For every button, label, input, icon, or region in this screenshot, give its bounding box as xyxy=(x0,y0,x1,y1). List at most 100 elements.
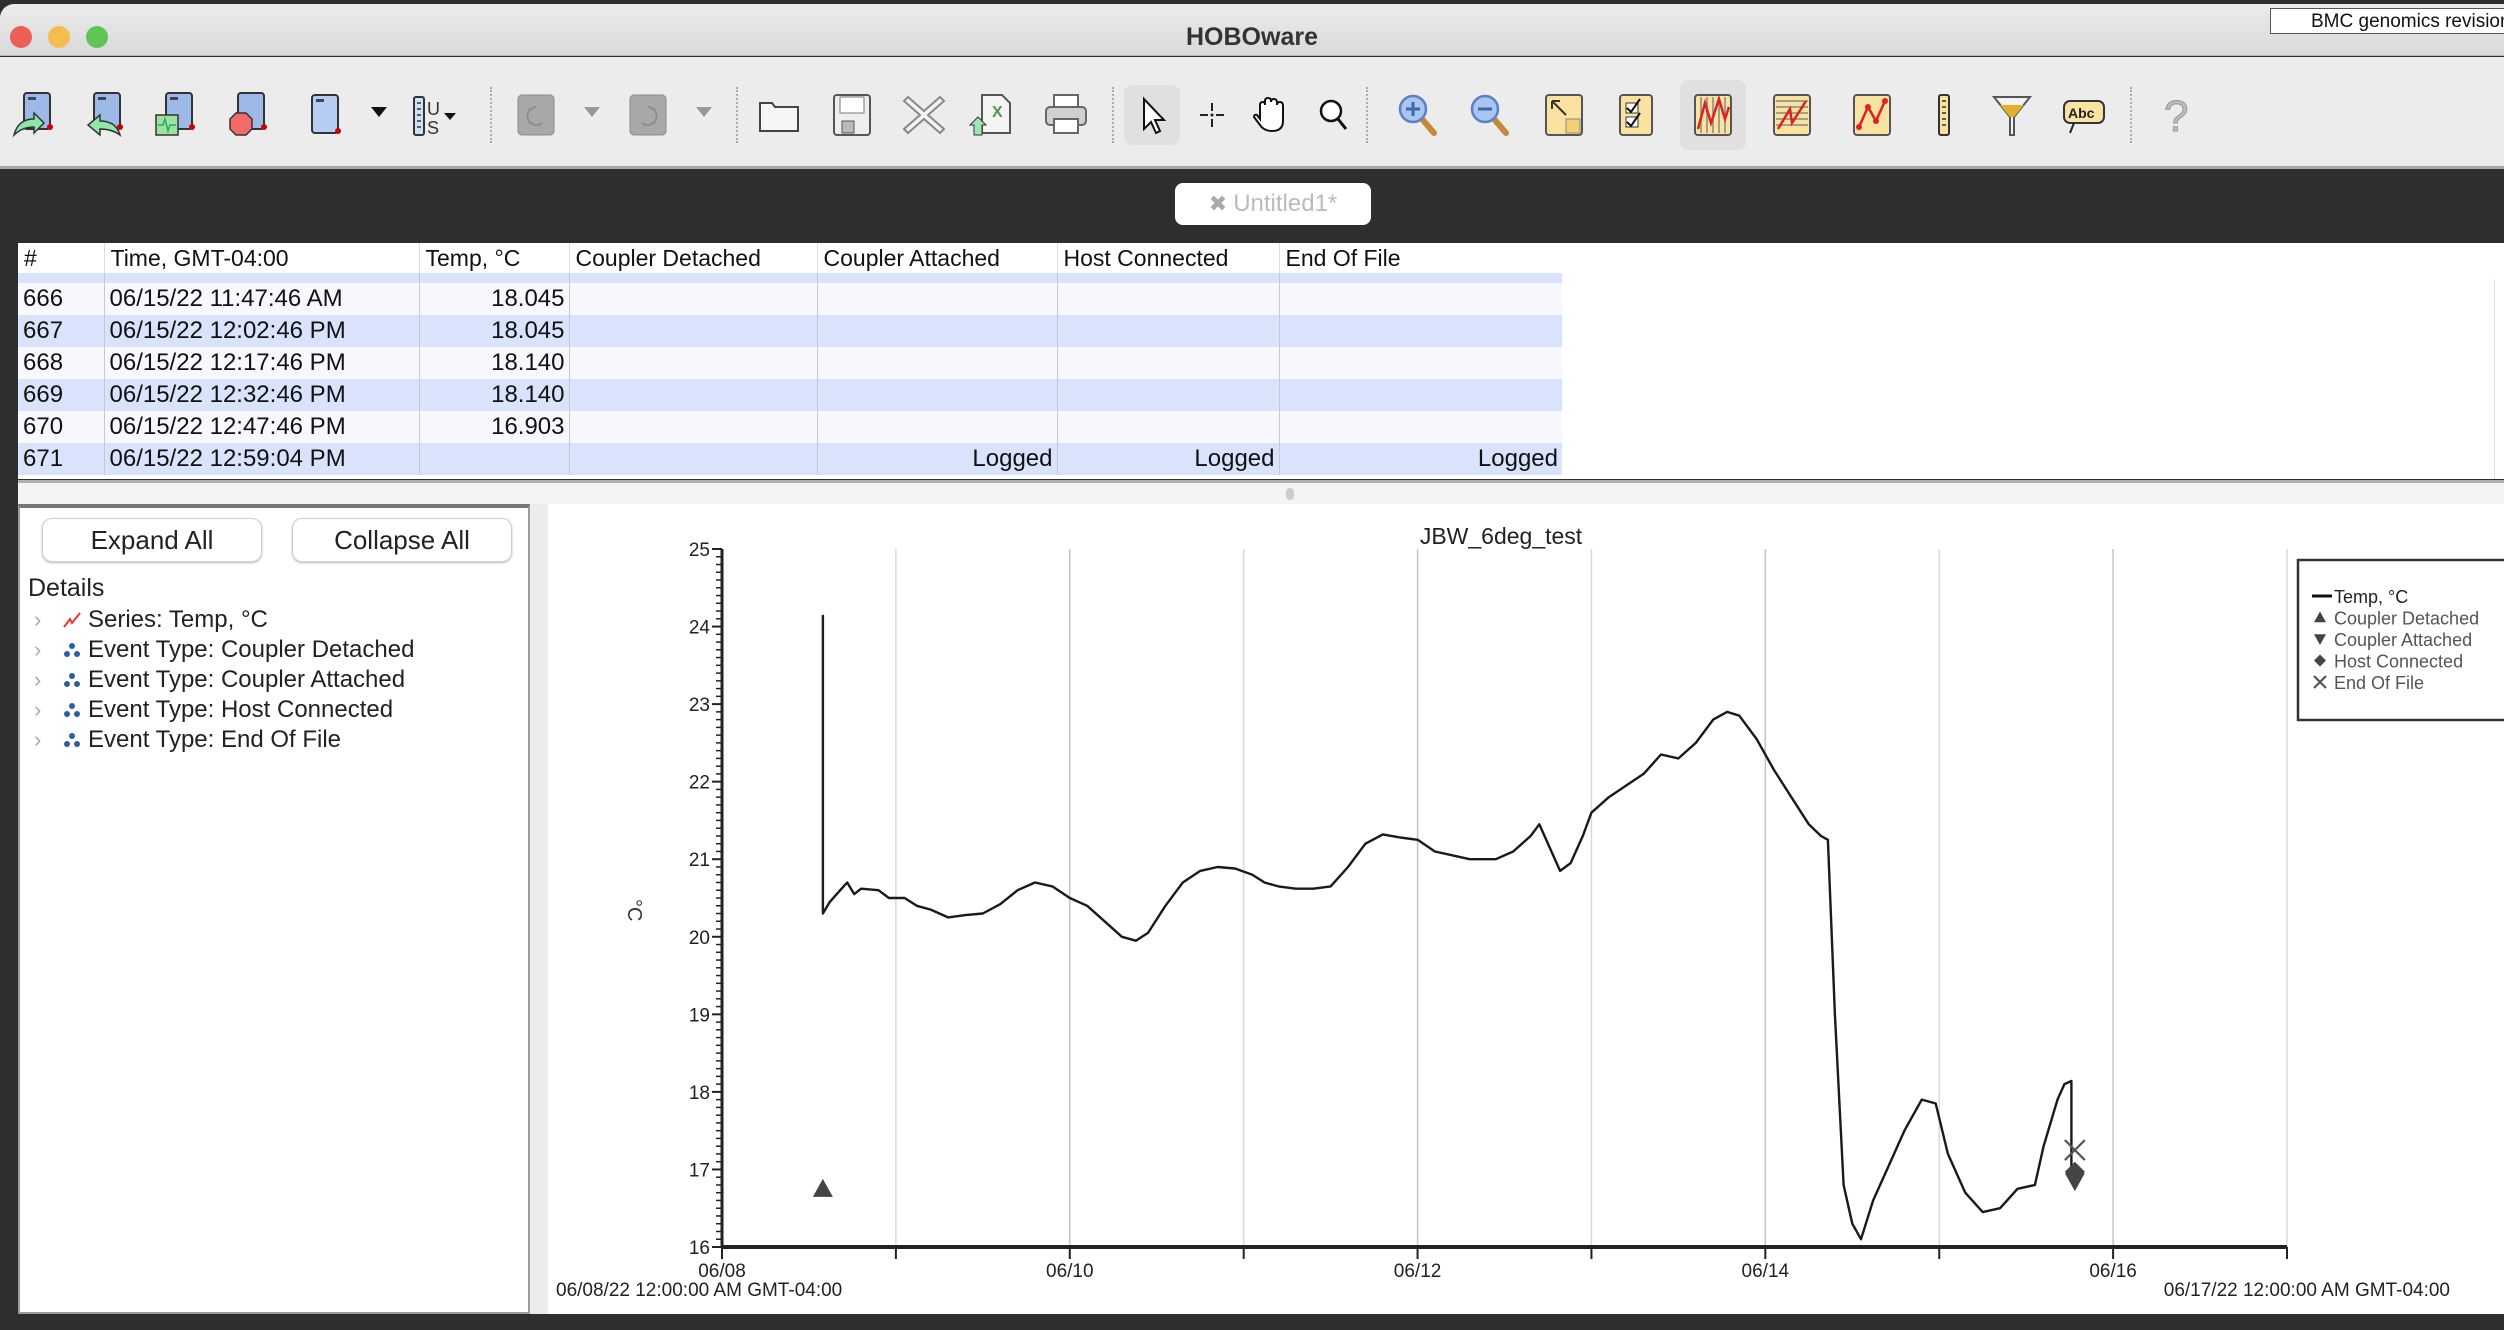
table-row[interactable]: 670 06/15/22 12:47:46 PM 16.903 xyxy=(18,411,1562,443)
pointer-tool-button[interactable] xyxy=(1124,85,1180,145)
event-marker-end-of-file[interactable] xyxy=(2064,1139,2086,1161)
table-cell[interactable] xyxy=(816,283,1057,315)
table-row[interactable]: 669 06/15/22 12:32:46 PM 18.140 xyxy=(18,379,1562,411)
table-cell[interactable] xyxy=(418,443,569,475)
collapse-all-button[interactable]: Collapse All xyxy=(292,518,512,562)
table-cell[interactable] xyxy=(1056,347,1279,379)
save-button[interactable] xyxy=(824,85,880,145)
close-tab-icon[interactable]: ✖ xyxy=(1209,191,1227,216)
expand-chevron-icon[interactable]: › xyxy=(34,697,62,723)
table-vertical-scrollbar[interactable] xyxy=(2494,279,2504,479)
table-row-partial[interactable] xyxy=(18,273,1562,283)
table-cell[interactable]: 667 xyxy=(18,315,104,347)
table-cell[interactable] xyxy=(568,379,817,411)
table-cell[interactable]: 06/15/22 12:32:46 PM xyxy=(103,379,419,411)
legend-item[interactable]: Coupler Attached xyxy=(2314,630,2472,650)
document-tab[interactable]: ✖ Untitled1* xyxy=(1175,183,1371,225)
column-header-temp[interactable]: Temp, °C xyxy=(418,243,569,273)
table-cell[interactable] xyxy=(568,283,817,315)
horizontal-split-divider[interactable] xyxy=(18,480,2504,504)
table-cell[interactable]: 06/15/22 12:17:46 PM xyxy=(103,347,419,379)
expand-chevron-icon[interactable]: › xyxy=(34,727,62,753)
table-cell[interactable] xyxy=(1056,411,1279,443)
ruler-button[interactable] xyxy=(1916,85,1972,145)
table-cell[interactable] xyxy=(1278,347,1562,379)
table-cell[interactable] xyxy=(816,379,1057,411)
split-grip[interactable] xyxy=(1286,488,1294,500)
event-marker-coupler-detached[interactable] xyxy=(812,1178,833,1197)
table-cell[interactable]: Logged xyxy=(816,443,1057,475)
table-cell[interactable]: 669 xyxy=(18,379,104,411)
series-select-button[interactable] xyxy=(1608,85,1664,145)
table-row[interactable]: 667 06/15/22 12:02:46 PM 18.045 xyxy=(18,315,1562,347)
details-tree-item[interactable]: › Series: Temp, °C xyxy=(34,606,268,634)
event-marker-coupler-attached[interactable] xyxy=(2064,1173,2085,1192)
export-button[interactable]: X xyxy=(966,85,1022,145)
table-cell[interactable]: 668 xyxy=(18,347,104,379)
undo-dropdown-arrow[interactable] xyxy=(584,107,600,117)
launch-logger-button[interactable] xyxy=(8,85,64,145)
magnifier-tool-button[interactable] xyxy=(1306,85,1362,145)
redo-button[interactable] xyxy=(620,85,676,145)
hand-tool-button[interactable] xyxy=(1242,85,1298,145)
table-cell[interactable] xyxy=(568,443,817,475)
crosshair-tool-button[interactable] xyxy=(1184,85,1240,145)
table-cell[interactable] xyxy=(816,315,1057,347)
details-tree-item[interactable]: › Event Type: Coupler Attached xyxy=(34,666,405,694)
table-cell[interactable]: 18.045 xyxy=(418,283,569,315)
print-button[interactable] xyxy=(1038,85,1094,145)
table-cell[interactable] xyxy=(568,347,817,379)
zoom-fit-button[interactable] xyxy=(1536,85,1592,145)
table-cell[interactable] xyxy=(816,347,1057,379)
expand-chevron-icon[interactable]: › xyxy=(34,667,62,693)
table-cell[interactable]: 06/15/22 12:02:46 PM xyxy=(103,315,419,347)
legend-item[interactable]: Coupler Detached xyxy=(2314,609,2479,629)
table-cell[interactable]: 670 xyxy=(18,411,104,443)
details-tree-item[interactable]: › Event Type: Host Connected xyxy=(34,696,393,724)
vertical-grid-button[interactable] xyxy=(1680,80,1746,150)
table-cell[interactable]: 18.140 xyxy=(418,347,569,379)
temperature-chart[interactable]: JBW_6deg_test °C 16 17 18 19 20 21 22 23 24 25 06… xyxy=(548,504,2504,1314)
column-header-host-connected[interactable]: Host Connected xyxy=(1056,243,1279,273)
table-cell[interactable] xyxy=(1056,315,1279,347)
data-points-button[interactable] xyxy=(1844,85,1900,145)
temp-series-line[interactable] xyxy=(821,614,2073,1241)
column-header-coupler-detached[interactable]: Coupler Detached xyxy=(568,243,817,273)
units-button[interactable]: US xyxy=(408,85,464,145)
details-tree-item[interactable]: › Event Type: End Of File xyxy=(34,726,341,754)
expand-all-button[interactable]: Expand All xyxy=(42,518,262,562)
undo-button[interactable] xyxy=(508,85,564,145)
table-cell[interactable] xyxy=(816,411,1057,443)
table-cell[interactable] xyxy=(1056,379,1279,411)
table-cell[interactable] xyxy=(568,315,817,347)
table-cell[interactable] xyxy=(1278,315,1562,347)
chart-legend[interactable]: Temp, °CCoupler DetachedCoupler Attached… xyxy=(2296,558,2504,722)
table-cell[interactable]: 06/15/22 12:59:04 PM xyxy=(103,443,419,475)
table-cell[interactable] xyxy=(1278,379,1562,411)
zoom-in-button[interactable] xyxy=(1390,85,1446,145)
details-tree-item[interactable]: › Event Type: Coupler Detached xyxy=(34,636,414,664)
table-cell[interactable]: 666 xyxy=(18,283,104,315)
help-button[interactable]: ? xyxy=(2150,85,2206,145)
horizontal-grid-button[interactable] xyxy=(1764,85,1820,145)
column-header-end-of-file[interactable]: End Of File xyxy=(1278,243,1562,273)
table-row[interactable]: 668 06/15/22 12:17:46 PM 18.140 xyxy=(18,347,1562,379)
table-row[interactable]: 671 06/15/22 12:59:04 PM Logged Logged Logge… xyxy=(18,443,1562,475)
open-button[interactable] xyxy=(752,85,808,145)
annotation-button[interactable]: Abc xyxy=(2056,85,2112,145)
legend-item[interactable]: Host Connected xyxy=(2314,652,2463,672)
column-header-index[interactable]: # xyxy=(18,243,104,273)
status-button[interactable] xyxy=(150,85,206,145)
table-cell[interactable]: 16.903 xyxy=(418,411,569,443)
readout-logger-button[interactable] xyxy=(78,85,134,145)
panel-divider[interactable] xyxy=(530,504,548,1314)
column-header-coupler-attached[interactable]: Coupler Attached xyxy=(816,243,1057,273)
table-cell[interactable]: 671 xyxy=(18,443,104,475)
table-cell[interactable]: 18.140 xyxy=(418,379,569,411)
device-dropdown-arrow[interactable] xyxy=(371,107,387,117)
table-cell[interactable] xyxy=(568,411,817,443)
device-button[interactable] xyxy=(298,85,354,145)
table-cell[interactable]: 06/15/22 11:47:46 AM xyxy=(103,283,419,315)
filter-button[interactable] xyxy=(1984,85,2040,145)
table-cell[interactable]: 06/15/22 12:47:46 PM xyxy=(103,411,419,443)
